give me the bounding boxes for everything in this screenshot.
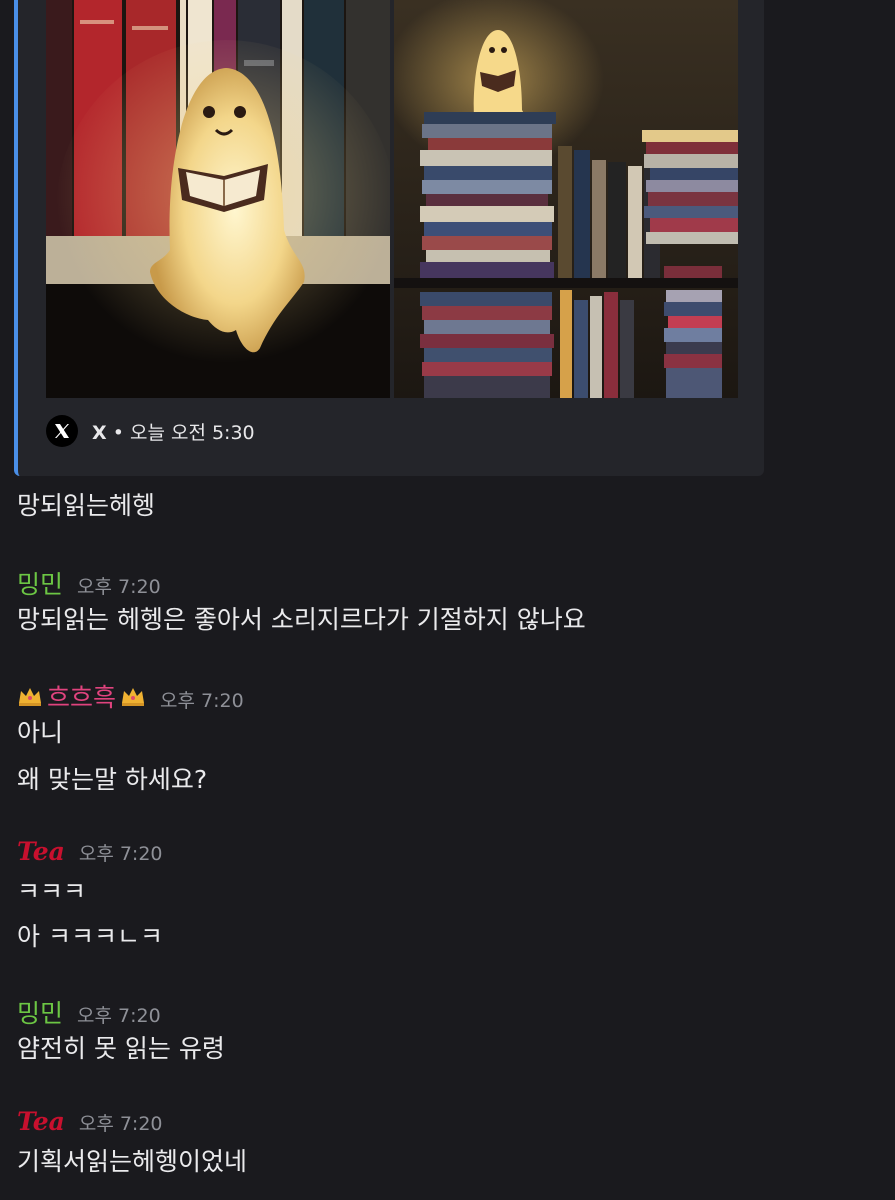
chat-log: X • 오늘 오전 5:30 망되읽는헤헹 밍민 오후 7:20 망되읽는 헤헹… — [0, 0, 895, 1200]
embed-meta: X • 오늘 오전 5:30 — [92, 418, 255, 445]
message-text: 망되읽는 헤헹은 좋아서 소리지르다가 기절하지 않나요 — [17, 605, 586, 634]
message-header: 밍민 오후 7:20 — [17, 994, 161, 1030]
embed-image-ghost-bookstack[interactable] — [394, 0, 738, 398]
username[interactable]: 흐흐흑 — [47, 678, 116, 714]
embed-image-ghost-closeup[interactable] — [46, 0, 390, 398]
timestamp: 오후 7:20 — [160, 690, 244, 712]
message-header: 흐흐흑 오후 7:20 — [17, 678, 244, 714]
ghost-lamp-closeup-image — [46, 0, 390, 398]
message-text: 망되읽는헤헹 — [17, 491, 156, 520]
username[interactable]: 밍민 — [17, 565, 63, 601]
x-logo-icon — [46, 415, 78, 447]
username[interactable]: Tea — [17, 1107, 65, 1136]
embed-footer: X • 오늘 오전 5:30 — [46, 415, 255, 447]
embed-source[interactable]: X — [92, 422, 107, 444]
crown-icon — [122, 688, 145, 706]
embed-image-gallery — [46, 0, 738, 398]
message-header: Tea 오후 7:20 — [17, 1107, 163, 1136]
timestamp: 오후 7:20 — [78, 1113, 163, 1135]
embed-time: 오늘 오전 5:30 — [129, 421, 255, 444]
timestamp: 오후 7:20 — [77, 1005, 161, 1027]
username[interactable]: Tea — [17, 837, 65, 866]
crown-icon — [19, 688, 41, 706]
message-text: 아 ㅋㅋㅋㄴㅋ — [17, 922, 163, 951]
message-text: 기획서읽는헤헹이었네 — [17, 1147, 248, 1176]
username-group[interactable]: 흐흐흑 — [17, 678, 146, 714]
link-embed-card[interactable]: X • 오늘 오전 5:30 — [14, 0, 764, 476]
message-text: 얌전히 못 읽는 유령 — [17, 1034, 225, 1063]
ghost-lamp-bookstack-image — [394, 0, 738, 398]
message-text: 아니 — [17, 718, 64, 747]
username[interactable]: 밍민 — [17, 994, 63, 1030]
embed-separator: • — [112, 421, 124, 444]
timestamp: 오후 7:20 — [78, 843, 163, 865]
message-text: 왜 맞는말 하세요? — [17, 765, 208, 794]
timestamp: 오후 7:20 — [77, 576, 161, 598]
message-header: Tea 오후 7:20 — [17, 837, 163, 866]
message-text: ㅋㅋㅋ — [17, 877, 87, 906]
message-header: 밍민 오후 7:20 — [17, 565, 161, 601]
